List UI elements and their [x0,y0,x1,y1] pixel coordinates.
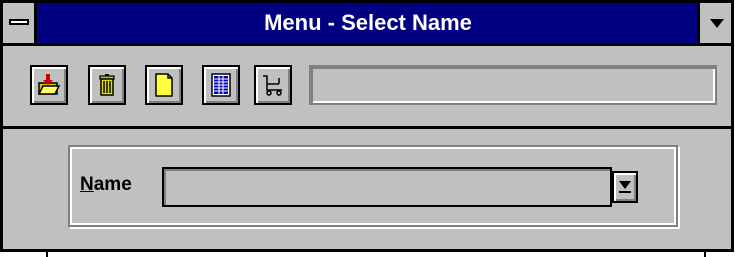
chevron-down-icon [619,181,631,189]
name-dropdown-button[interactable] [612,171,638,203]
list-button[interactable] [202,65,240,105]
cart-icon [263,75,282,96]
name-label-accelerator: N [80,174,94,195]
title-bar[interactable]: Menu - Select Name [3,3,731,46]
list-icon [211,73,231,97]
chevron-down-icon [710,19,724,28]
background-divider [704,252,706,257]
name-combo-field[interactable] [162,167,612,207]
toolbar [3,46,731,129]
background-divider [46,252,48,257]
cart-button[interactable] [254,65,292,105]
trash-icon [99,74,115,96]
system-menu-icon [9,19,29,25]
system-menu-button[interactable] [3,3,37,43]
toolbar-input-field[interactable] [309,65,717,105]
open-folder-icon [38,74,60,95]
delete-button[interactable] [88,65,126,105]
new-button[interactable] [145,65,183,105]
window-title: Menu - Select Name [264,10,472,35]
dropdown-underline-icon [619,191,631,193]
open-button[interactable] [30,65,68,105]
window-dropdown-button[interactable] [697,3,731,43]
new-document-icon [155,73,173,97]
name-label-text: ame [93,174,132,195]
name-label: Name [80,174,132,196]
